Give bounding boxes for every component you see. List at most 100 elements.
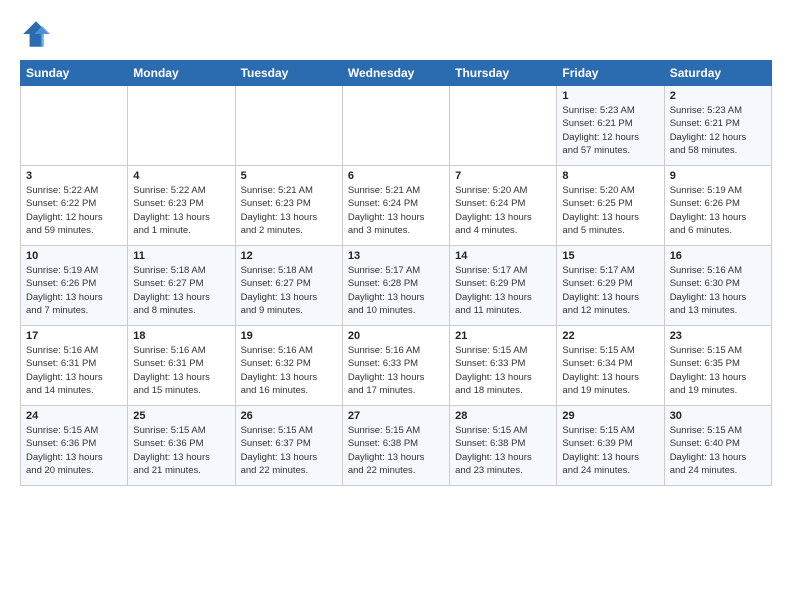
- col-header-wednesday: Wednesday: [342, 61, 449, 86]
- day-cell: 12 Sunrise: 5:18 AM Sunset: 6:27 PM Dayli…: [235, 246, 342, 326]
- day-number: 25: [133, 410, 229, 422]
- col-header-friday: Friday: [557, 61, 664, 86]
- day-number: 22: [562, 330, 658, 342]
- day-info: Sunrise: 5:15 AM Sunset: 6:35 PM Dayligh…: [670, 344, 766, 397]
- col-header-tuesday: Tuesday: [235, 61, 342, 86]
- day-info: Sunrise: 5:21 AM Sunset: 6:23 PM Dayligh…: [241, 184, 337, 237]
- day-cell: 18 Sunrise: 5:16 AM Sunset: 6:31 PM Dayli…: [128, 326, 235, 406]
- day-info: Sunrise: 5:16 AM Sunset: 6:30 PM Dayligh…: [670, 264, 766, 317]
- day-cell: 15Sunrise: 5:17 AM Sunset: 6:29 PM Dayli…: [557, 246, 664, 326]
- logo: [20, 18, 56, 50]
- day-info: Sunrise: 5:17 AM Sunset: 6:29 PM Dayligh…: [455, 264, 551, 317]
- day-cell: [342, 86, 449, 166]
- day-info: Sunrise: 5:15 AM Sunset: 6:38 PM Dayligh…: [455, 424, 551, 477]
- day-cell: 23 Sunrise: 5:15 AM Sunset: 6:35 PM Dayli…: [664, 326, 771, 406]
- day-number: 11: [133, 250, 229, 262]
- day-info: Sunrise: 5:16 AM Sunset: 6:31 PM Dayligh…: [133, 344, 229, 397]
- day-cell: 10Sunrise: 5:19 AM Sunset: 6:26 PM Dayli…: [21, 246, 128, 326]
- day-cell: 11 Sunrise: 5:18 AM Sunset: 6:27 PM Dayli…: [128, 246, 235, 326]
- day-cell: 3 Sunrise: 5:22 AM Sunset: 6:22 PM Daylig…: [21, 166, 128, 246]
- day-cell: 29 Sunrise: 5:15 AM Sunset: 6:39 PM Dayli…: [557, 406, 664, 486]
- day-info: Sunrise: 5:22 AM Sunset: 6:23 PM Dayligh…: [133, 184, 229, 237]
- day-number: 18: [133, 330, 229, 342]
- day-cell: 20 Sunrise: 5:16 AM Sunset: 6:33 PM Dayli…: [342, 326, 449, 406]
- day-info: Sunrise: 5:20 AM Sunset: 6:24 PM Dayligh…: [455, 184, 551, 237]
- day-cell: 19 Sunrise: 5:16 AM Sunset: 6:32 PM Dayli…: [235, 326, 342, 406]
- col-header-sunday: Sunday: [21, 61, 128, 86]
- calendar-table: SundayMondayTuesdayWednesdayThursdayFrid…: [20, 60, 772, 486]
- day-number: 6: [348, 170, 444, 182]
- day-info: Sunrise: 5:15 AM Sunset: 6:38 PM Dayligh…: [348, 424, 444, 477]
- day-cell: [450, 86, 557, 166]
- day-info: Sunrise: 5:22 AM Sunset: 6:22 PM Dayligh…: [26, 184, 122, 237]
- day-number: 17: [26, 330, 122, 342]
- day-info: Sunrise: 5:16 AM Sunset: 6:32 PM Dayligh…: [241, 344, 337, 397]
- col-header-thursday: Thursday: [450, 61, 557, 86]
- day-cell: 27 Sunrise: 5:15 AM Sunset: 6:38 PM Dayli…: [342, 406, 449, 486]
- header-row: SundayMondayTuesdayWednesdayThursdayFrid…: [21, 61, 772, 86]
- day-number: 8: [562, 170, 658, 182]
- day-number: 29: [562, 410, 658, 422]
- day-info: Sunrise: 5:18 AM Sunset: 6:27 PM Dayligh…: [241, 264, 337, 317]
- col-header-saturday: Saturday: [664, 61, 771, 86]
- day-info: Sunrise: 5:18 AM Sunset: 6:27 PM Dayligh…: [133, 264, 229, 317]
- day-number: 4: [133, 170, 229, 182]
- day-cell: 30 Sunrise: 5:15 AM Sunset: 6:40 PM Dayli…: [664, 406, 771, 486]
- day-number: 19: [241, 330, 337, 342]
- day-cell: 17 Sunrise: 5:16 AM Sunset: 6:31 PM Dayli…: [21, 326, 128, 406]
- day-number: 7: [455, 170, 551, 182]
- day-cell: 6 Sunrise: 5:21 AM Sunset: 6:24 PM Daylig…: [342, 166, 449, 246]
- week-row-2: 10Sunrise: 5:19 AM Sunset: 6:26 PM Dayli…: [21, 246, 772, 326]
- day-info: Sunrise: 5:21 AM Sunset: 6:24 PM Dayligh…: [348, 184, 444, 237]
- day-number: 1: [562, 90, 658, 102]
- logo-icon: [20, 18, 52, 50]
- day-number: 20: [348, 330, 444, 342]
- day-number: 16: [670, 250, 766, 262]
- day-cell: 24Sunrise: 5:15 AM Sunset: 6:36 PM Dayli…: [21, 406, 128, 486]
- day-cell: 21 Sunrise: 5:15 AM Sunset: 6:33 PM Dayli…: [450, 326, 557, 406]
- week-row-1: 3 Sunrise: 5:22 AM Sunset: 6:22 PM Daylig…: [21, 166, 772, 246]
- header: [20, 18, 772, 50]
- day-info: Sunrise: 5:15 AM Sunset: 6:36 PM Dayligh…: [26, 424, 122, 477]
- day-info: Sunrise: 5:20 AM Sunset: 6:25 PM Dayligh…: [562, 184, 658, 237]
- day-cell: 25 Sunrise: 5:15 AM Sunset: 6:36 PM Dayli…: [128, 406, 235, 486]
- day-number: 9: [670, 170, 766, 182]
- page: SundayMondayTuesdayWednesdayThursdayFrid…: [0, 0, 792, 500]
- day-number: 3: [26, 170, 122, 182]
- col-header-monday: Monday: [128, 61, 235, 86]
- day-info: Sunrise: 5:15 AM Sunset: 6:40 PM Dayligh…: [670, 424, 766, 477]
- day-info: Sunrise: 5:17 AM Sunset: 6:28 PM Dayligh…: [348, 264, 444, 317]
- day-number: 30: [670, 410, 766, 422]
- day-info: Sunrise: 5:23 AM Sunset: 6:21 PM Dayligh…: [562, 104, 658, 157]
- week-row-4: 24Sunrise: 5:15 AM Sunset: 6:36 PM Dayli…: [21, 406, 772, 486]
- day-number: 2: [670, 90, 766, 102]
- day-info: Sunrise: 5:15 AM Sunset: 6:37 PM Dayligh…: [241, 424, 337, 477]
- day-cell: 14Sunrise: 5:17 AM Sunset: 6:29 PM Dayli…: [450, 246, 557, 326]
- day-info: Sunrise: 5:16 AM Sunset: 6:31 PM Dayligh…: [26, 344, 122, 397]
- day-cell: 1 Sunrise: 5:23 AM Sunset: 6:21 PM Daylig…: [557, 86, 664, 166]
- day-info: Sunrise: 5:23 AM Sunset: 6:21 PM Dayligh…: [670, 104, 766, 157]
- day-number: 27: [348, 410, 444, 422]
- day-number: 13: [348, 250, 444, 262]
- day-number: 21: [455, 330, 551, 342]
- day-number: 12: [241, 250, 337, 262]
- week-row-0: 1 Sunrise: 5:23 AM Sunset: 6:21 PM Daylig…: [21, 86, 772, 166]
- day-info: Sunrise: 5:15 AM Sunset: 6:34 PM Dayligh…: [562, 344, 658, 397]
- day-cell: 13 Sunrise: 5:17 AM Sunset: 6:28 PM Dayli…: [342, 246, 449, 326]
- day-number: 28: [455, 410, 551, 422]
- day-cell: 7 Sunrise: 5:20 AM Sunset: 6:24 PM Daylig…: [450, 166, 557, 246]
- day-number: 5: [241, 170, 337, 182]
- day-cell: 28 Sunrise: 5:15 AM Sunset: 6:38 PM Dayli…: [450, 406, 557, 486]
- day-number: 26: [241, 410, 337, 422]
- day-info: Sunrise: 5:19 AM Sunset: 6:26 PM Dayligh…: [670, 184, 766, 237]
- day-cell: [21, 86, 128, 166]
- day-info: Sunrise: 5:15 AM Sunset: 6:36 PM Dayligh…: [133, 424, 229, 477]
- day-number: 23: [670, 330, 766, 342]
- day-info: Sunrise: 5:17 AM Sunset: 6:29 PM Dayligh…: [562, 264, 658, 317]
- day-number: 10: [26, 250, 122, 262]
- day-info: Sunrise: 5:15 AM Sunset: 6:39 PM Dayligh…: [562, 424, 658, 477]
- day-info: Sunrise: 5:16 AM Sunset: 6:33 PM Dayligh…: [348, 344, 444, 397]
- day-info: Sunrise: 5:15 AM Sunset: 6:33 PM Dayligh…: [455, 344, 551, 397]
- day-cell: 9 Sunrise: 5:19 AM Sunset: 6:26 PM Daylig…: [664, 166, 771, 246]
- day-cell: [128, 86, 235, 166]
